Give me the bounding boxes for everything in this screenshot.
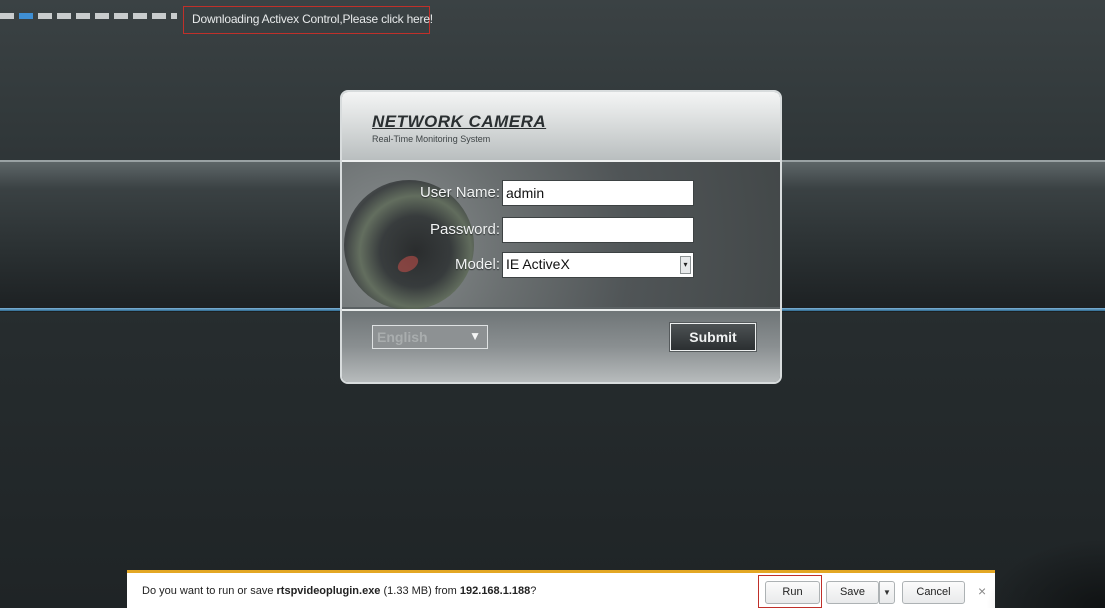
progress-segment (133, 13, 147, 19)
password-row: Password: (342, 217, 780, 243)
login-form: User Name: Password: Model: IE ActiveX ▾ (342, 162, 780, 310)
activex-progress-bar (0, 12, 177, 20)
cancel-button[interactable]: Cancel (902, 581, 965, 604)
download-file-name: rtspvideoplugin.exe (276, 585, 381, 597)
download-notification-bar: Do you want to run or save rtspvideoplug… (127, 570, 995, 608)
chevron-down-icon[interactable]: ▾ (680, 256, 691, 274)
download-host: 192.168.1.188 (459, 585, 531, 597)
panel-header: NETWORK CAMERA Real-Time Monitoring Syst… (342, 92, 780, 162)
language-select[interactable]: English ▼ (372, 325, 488, 349)
model-row: Model: IE ActiveX ▾ (342, 252, 780, 278)
progress-segment (0, 13, 14, 19)
password-label: Password: (429, 221, 500, 238)
download-file-size: (1.33 MB) from (380, 585, 460, 597)
model-select-value: IE ActiveX (506, 256, 570, 272)
progress-segment (152, 13, 166, 19)
brand-title: NETWORK CAMERA (372, 112, 547, 131)
save-button[interactable]: Save (826, 581, 879, 604)
username-label: User Name: (419, 184, 500, 201)
language-select-value: English (377, 329, 428, 345)
brand-subtitle: Real-Time Monitoring System (372, 134, 491, 144)
corner-shadow (985, 538, 1105, 608)
username-row: User Name: (342, 180, 780, 206)
progress-segment (38, 13, 52, 19)
chevron-down-icon: ▼ (469, 329, 481, 343)
progress-segment (57, 13, 71, 19)
save-options-dropdown[interactable]: ▼ (879, 581, 895, 604)
progress-segment (171, 13, 177, 19)
submit-button[interactable]: Submit (669, 322, 757, 352)
panel-footer: English ▼ Submit (342, 309, 780, 382)
run-button-highlight (758, 575, 822, 608)
progress-segment-active (19, 13, 33, 19)
progress-segment (95, 13, 109, 19)
progress-segment (114, 13, 128, 19)
model-label: Model: (454, 256, 500, 273)
download-message-suffix: ? (530, 585, 537, 597)
progress-segment (76, 13, 90, 19)
activex-download-link[interactable]: Downloading Activex Control,Please click… (192, 12, 433, 26)
download-message: Do you want to run or save rtspvideoplug… (142, 585, 536, 597)
password-field[interactable] (502, 217, 694, 243)
login-panel: NETWORK CAMERA Real-Time Monitoring Syst… (340, 90, 782, 384)
model-select[interactable]: IE ActiveX ▾ (502, 252, 694, 278)
download-message-prefix: Do you want to run or save (142, 585, 277, 597)
username-field[interactable] (502, 180, 694, 206)
